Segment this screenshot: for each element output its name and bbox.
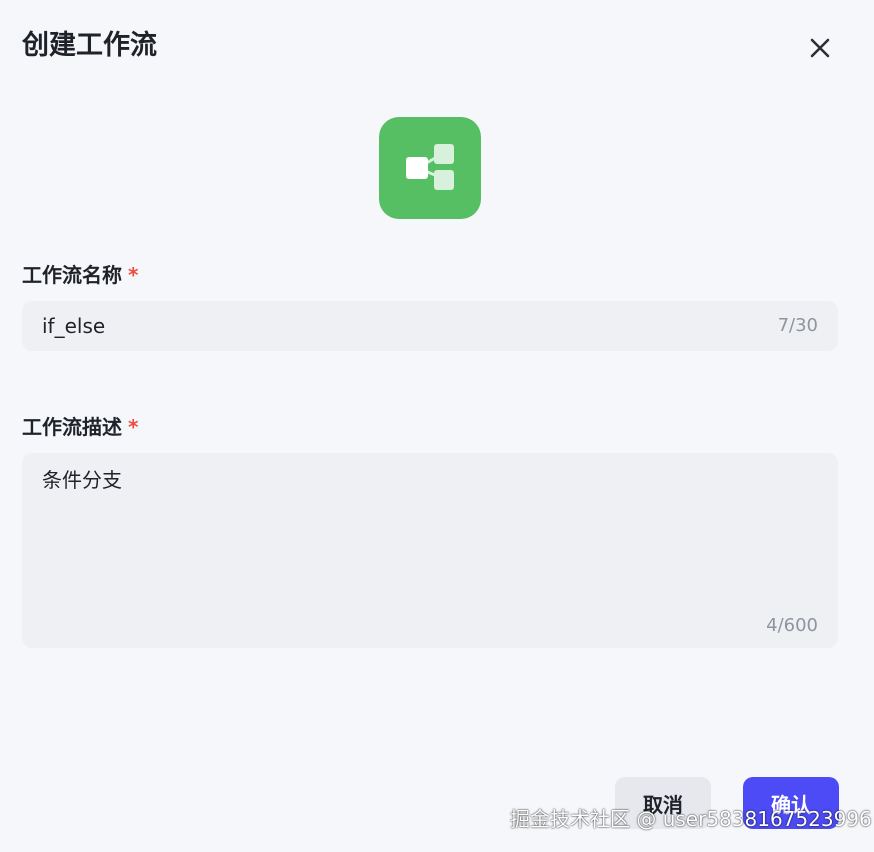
workflow-description-label-text: 工作流描述 <box>22 415 122 439</box>
watermark: 掘金技术社区 @ user5838167523996 <box>510 807 872 831</box>
workflow-description-label: 工作流描述 * <box>22 413 138 441</box>
dialog-title: 创建工作流 <box>22 30 157 61</box>
required-mark: * <box>128 263 139 287</box>
workflow-description-textarea[interactable]: 条件分支 4/600 <box>22 453 838 648</box>
workflow-name-input[interactable]: if_else 7/30 <box>22 301 838 351</box>
workflow-name-label-text: 工作流名称 <box>22 263 122 287</box>
workflow-branch-icon <box>406 144 454 190</box>
workflow-name-label: 工作流名称 * <box>22 261 138 289</box>
workflow-avatar[interactable] <box>379 117 481 219</box>
required-mark: * <box>128 415 139 439</box>
close-icon <box>810 38 830 58</box>
create-workflow-dialog: 创建工作流 工作流名称 * if_else 7/30 工作流描述 * 条件分支 4/… <box>0 0 874 852</box>
close-button[interactable] <box>802 30 838 66</box>
workflow-name-counter: 7/30 <box>777 315 818 336</box>
workflow-description-value: 条件分支 <box>42 468 122 492</box>
workflow-description-counter: 4/600 <box>766 615 818 636</box>
workflow-name-value: if_else <box>42 314 106 338</box>
